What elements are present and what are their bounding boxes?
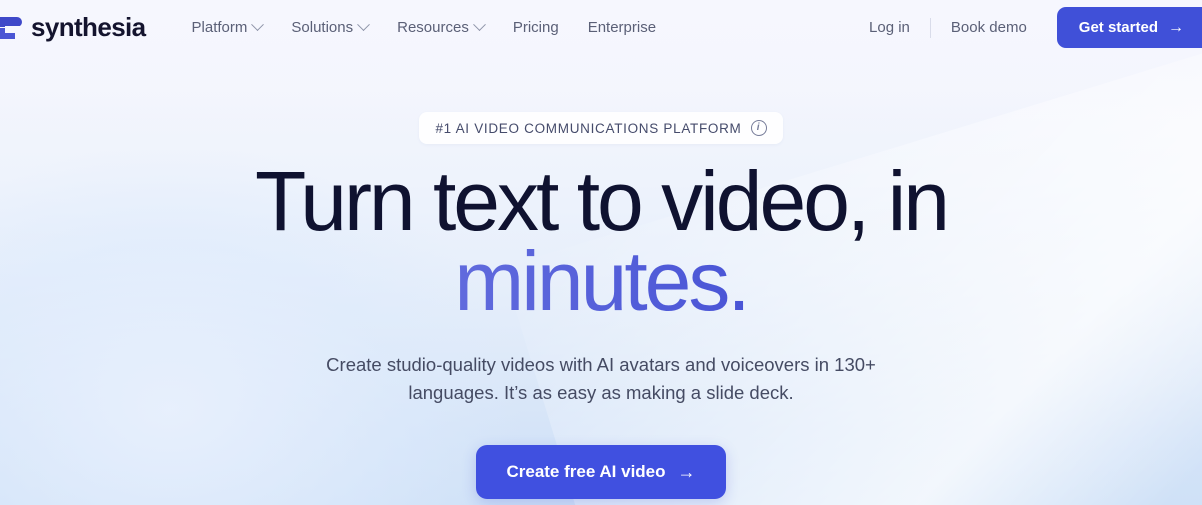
main-navigation: Platform Solutions Resources Pricing Ent… bbox=[180, 12, 669, 43]
header-divider bbox=[929, 17, 931, 38]
nav-item-label: Solutions bbox=[291, 19, 354, 36]
brand-logo[interactable]: synthesia bbox=[0, 12, 146, 43]
nav-item-label: Platform bbox=[191, 19, 248, 36]
brand-name: synthesia bbox=[31, 12, 146, 42]
hero-badge-label: #1 AI VIDEO COMMUNICATIONS PLATFORM bbox=[435, 120, 742, 136]
headline-line-2-accent: minutes. bbox=[0, 239, 1202, 323]
hero-subtitle: Create studio-quality videos with AI ava… bbox=[326, 353, 876, 404]
arrow-right-icon: → bbox=[1168, 18, 1184, 36]
cta-label: Create free AI video bbox=[506, 461, 666, 481]
arrow-right-icon: → bbox=[677, 461, 696, 482]
nav-item-pricing[interactable]: Pricing bbox=[501, 12, 571, 43]
login-link[interactable]: Log in bbox=[855, 12, 924, 43]
info-circle-icon[interactable]: i bbox=[750, 120, 767, 136]
header-actions: Log in Book demo Get started → bbox=[855, 7, 1202, 48]
book-demo-link[interactable]: Book demo bbox=[937, 12, 1041, 43]
nav-item-platform[interactable]: Platform bbox=[180, 12, 275, 43]
hero-section: #1 AI VIDEO COMMUNICATIONS PLATFORM i Tu… bbox=[0, 55, 1202, 499]
chevron-down-icon bbox=[251, 18, 265, 32]
get-started-label: Get started bbox=[1078, 19, 1158, 36]
chevron-down-icon bbox=[357, 18, 370, 32]
nav-item-solutions[interactable]: Solutions bbox=[279, 12, 380, 43]
hero-cta-container: Create free AI video → bbox=[0, 444, 1202, 499]
nav-item-label: Enterprise bbox=[587, 19, 657, 36]
nav-item-resources[interactable]: Resources bbox=[385, 12, 496, 43]
site-header: synthesia Platform Solutions Resources P… bbox=[0, 0, 1202, 55]
chevron-down-icon bbox=[472, 18, 486, 32]
nav-item-label: Resources bbox=[397, 19, 469, 36]
nav-item-label: Pricing bbox=[512, 19, 559, 36]
page-title: Turn text to video, in minutes. bbox=[0, 159, 1202, 323]
create-free-ai-video-button[interactable]: Create free AI video → bbox=[476, 444, 726, 499]
synthesia-logo-mark-icon bbox=[0, 15, 22, 41]
hero-badge[interactable]: #1 AI VIDEO COMMUNICATIONS PLATFORM i bbox=[419, 112, 783, 144]
get-started-button[interactable]: Get started → bbox=[1056, 7, 1202, 48]
nav-item-enterprise[interactable]: Enterprise bbox=[576, 12, 668, 43]
